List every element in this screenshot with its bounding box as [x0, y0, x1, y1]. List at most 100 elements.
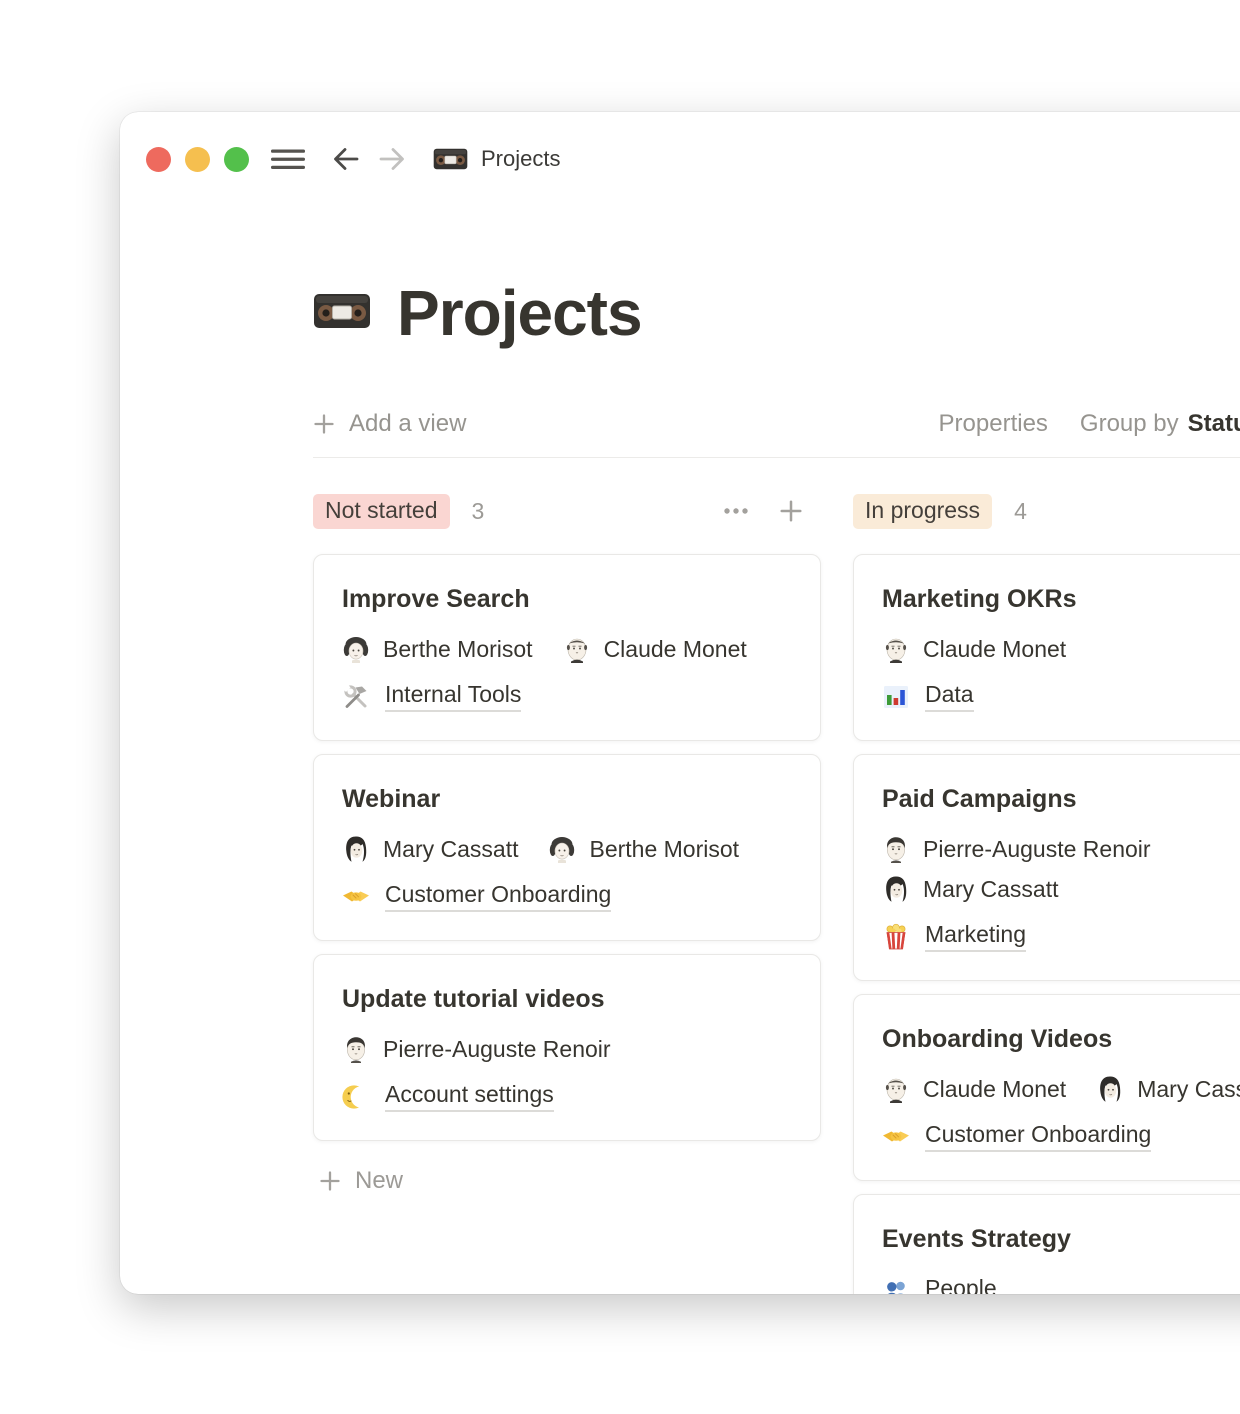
view-bar: Add a view Properties Group by Status — [313, 409, 1240, 458]
tag-label: Internal Tools — [385, 681, 521, 712]
card-title: Webinar — [342, 783, 792, 815]
assignee-name: Mary Cassatt — [923, 876, 1058, 903]
card-webinar[interactable]: Webinar Mary Cassatt Berthe Morisot — [313, 754, 821, 941]
forward-arrow-icon[interactable] — [377, 145, 407, 173]
card-title: Events Strategy — [882, 1223, 1240, 1255]
assignee: Pierre-Auguste Renoir — [342, 1035, 611, 1063]
card-tag[interactable]: Customer Onboarding — [342, 881, 792, 912]
plus-icon — [319, 1170, 341, 1192]
card-title: Marketing OKRs — [882, 583, 1240, 615]
assignee-name: Berthe Morisot — [589, 836, 739, 863]
card-assignees: Claude Monet — [882, 635, 1240, 663]
assignee-name: Claude Monet — [604, 636, 747, 663]
column-header: Not started 3 — [313, 492, 821, 530]
assignee-name: Claude Monet — [923, 636, 1066, 663]
tag-label: Customer Onboarding — [925, 1121, 1151, 1152]
card-title: Paid Campaigns — [882, 783, 1240, 815]
card-assignees: Pierre-Auguste Renoir Mary Cassatt — [882, 835, 1240, 903]
card-onboarding-videos[interactable]: Onboarding Videos Claude Monet Mary Cass… — [853, 994, 1240, 1181]
plus-icon[interactable] — [779, 499, 803, 523]
assignee: Claude Monet — [882, 635, 1066, 663]
mary-cassatt-avatar — [1096, 1075, 1124, 1103]
assignee: Berthe Morisot — [548, 835, 739, 863]
berthe-morisot-avatar — [548, 835, 576, 863]
assignee-name: Berthe Morisot — [383, 636, 533, 663]
assignee: Claude Monet — [563, 635, 747, 663]
bar-chart-icon — [882, 683, 910, 711]
card-improve-search[interactable]: Improve Search Berthe Morisot Claude Mon… — [313, 554, 821, 741]
vhs-tape-icon — [433, 147, 468, 171]
card-tag[interactable]: Account settings — [342, 1081, 792, 1112]
tag-label: Customer Onboarding — [385, 881, 611, 912]
traffic-lights — [146, 147, 249, 172]
card-tag[interactable]: Internal Tools — [342, 681, 792, 712]
card-title: Onboarding Videos — [882, 1023, 1240, 1055]
card-tag[interactable]: Data — [882, 681, 1240, 712]
card-assignees: Mary Cassatt Berthe Morisot — [342, 835, 792, 863]
assignee: Mary Cassatt — [342, 835, 518, 863]
kanban-board: Not started 3 Improve Search Berthe Mori… — [313, 492, 1240, 1294]
titlebar-title: Projects — [481, 146, 560, 172]
card-events-strategy[interactable]: Events Strategy People — [853, 1194, 1240, 1294]
tag-label: Marketing — [925, 921, 1026, 952]
column-header: In progress 4 — [853, 492, 1240, 530]
pierre-auguste-renoir-avatar — [342, 1035, 370, 1063]
page-title: Projects — [397, 279, 642, 347]
assignee-name: Claude Monet — [923, 1076, 1066, 1103]
vhs-tape-icon — [313, 291, 371, 336]
card-title: Improve Search — [342, 583, 792, 615]
assignee-name: Pierre-Auguste Renoir — [923, 836, 1151, 863]
close-traffic-light[interactable] — [146, 147, 171, 172]
properties-button[interactable]: Properties — [939, 409, 1048, 439]
add-view-button[interactable]: Add a view — [313, 409, 466, 439]
card-paid-campaigns[interactable]: Paid Campaigns Pierre-Auguste Renoir Mar… — [853, 754, 1240, 981]
people-icon — [882, 1277, 910, 1295]
assignee: Berthe Morisot — [342, 635, 533, 663]
group-by-button[interactable]: Group by Status — [1080, 409, 1240, 439]
tag-label: Account settings — [385, 1081, 554, 1112]
new-card-label: New — [355, 1167, 403, 1195]
back-arrow-icon[interactable] — [331, 145, 361, 173]
card-assignees: Berthe Morisot Claude Monet — [342, 635, 792, 663]
card-assignees: Pierre-Auguste Renoir — [342, 1035, 792, 1063]
assignee-name: Pierre-Auguste Renoir — [383, 1036, 611, 1063]
column-not-started: Not started 3 Improve Search Berthe Mori… — [313, 492, 821, 1294]
moon-icon — [342, 1083, 370, 1111]
page-title-row: Projects — [313, 279, 1240, 347]
tag-label: Data — [925, 681, 974, 712]
new-card-button[interactable]: New — [313, 1167, 821, 1195]
group-by-value: Status — [1188, 410, 1240, 437]
assignee-name: Mary Cassatt — [1137, 1076, 1240, 1103]
assignee-name: Mary Cassatt — [383, 836, 518, 863]
mary-cassatt-avatar — [342, 835, 370, 863]
hammer-wrench-icon — [342, 683, 370, 711]
claude-monet-avatar — [563, 635, 591, 663]
menu-icon[interactable] — [271, 145, 305, 173]
card-update-tutorial-videos[interactable]: Update tutorial videos Pierre-Auguste Re… — [313, 954, 821, 1141]
card-count: 3 — [472, 498, 485, 525]
assignee: Mary Cassatt — [1096, 1075, 1240, 1103]
dots-icon[interactable] — [721, 497, 751, 525]
card-tag[interactable]: People — [882, 1275, 1240, 1294]
card-marketing-okrs[interactable]: Marketing OKRs Claude Monet Data — [853, 554, 1240, 741]
column-in-progress: In progress 4 Marketing OKRs Claude Mone… — [853, 492, 1240, 1294]
view-actions: Properties Group by Status — [939, 409, 1240, 439]
minimize-traffic-light[interactable] — [185, 147, 210, 172]
app-window: Projects Projects Add a view Properties … — [120, 112, 1240, 1294]
assignee: Pierre-Auguste Renoir — [882, 835, 1151, 863]
card-tag[interactable]: Customer Onboarding — [882, 1121, 1240, 1152]
status-badge[interactable]: In progress — [853, 494, 992, 529]
zoom-traffic-light[interactable] — [224, 147, 249, 172]
assignee: Claude Monet — [882, 1075, 1066, 1103]
card-tag[interactable]: Marketing — [882, 921, 1240, 952]
add-view-label: Add a view — [349, 409, 466, 439]
titlebar: Projects — [120, 112, 1240, 174]
claude-monet-avatar — [882, 1075, 910, 1103]
claude-monet-avatar — [882, 635, 910, 663]
plus-icon — [313, 413, 335, 435]
status-badge[interactable]: Not started — [313, 494, 450, 529]
pierre-auguste-renoir-avatar — [882, 835, 910, 863]
group-by-label: Group by — [1080, 410, 1179, 437]
berthe-morisot-avatar — [342, 635, 370, 663]
mary-cassatt-avatar — [882, 875, 910, 903]
